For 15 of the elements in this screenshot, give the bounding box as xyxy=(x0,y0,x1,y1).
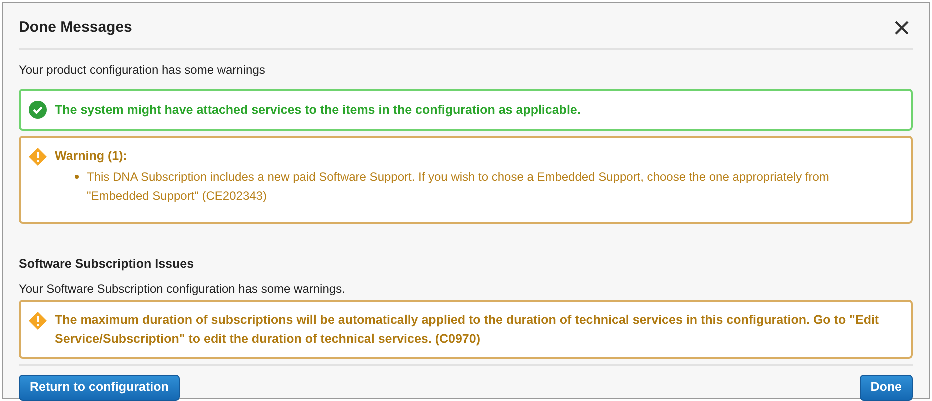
success-message: The system might have attached services to the items in the configuration as applicable. xyxy=(55,102,581,119)
done-button[interactable]: Done xyxy=(860,374,913,401)
warning-item: This DNA Subscription includes a new paid Software Support. If you wish to chose a Embedded Support, choose the one appropriately from "Embedded Support" (CE202343) xyxy=(87,169,830,205)
warning-icon xyxy=(29,312,47,330)
warning-title: Warning (1): xyxy=(55,148,128,166)
bullet-icon xyxy=(75,175,79,179)
warning-icon xyxy=(29,148,47,166)
section-title: Software Subscription Issues xyxy=(19,256,196,273)
intro-text: Your product configuration has some warnings xyxy=(19,62,266,78)
check-circle-icon xyxy=(29,100,47,119)
section-subtitle: Your Software Subscription configuration has some warnings. xyxy=(19,280,346,298)
dialog-title: Done Messages xyxy=(19,18,132,38)
close-button[interactable] xyxy=(893,19,911,38)
warning-message: The maximum duration of subscriptions will be automatically applied to the duration of technical services in this configuration. Go to "Edit Service/Subscription" to edit the duration of technical services. (C0970) xyxy=(55,312,880,348)
return-button[interactable]: Return to configuration xyxy=(19,374,180,401)
